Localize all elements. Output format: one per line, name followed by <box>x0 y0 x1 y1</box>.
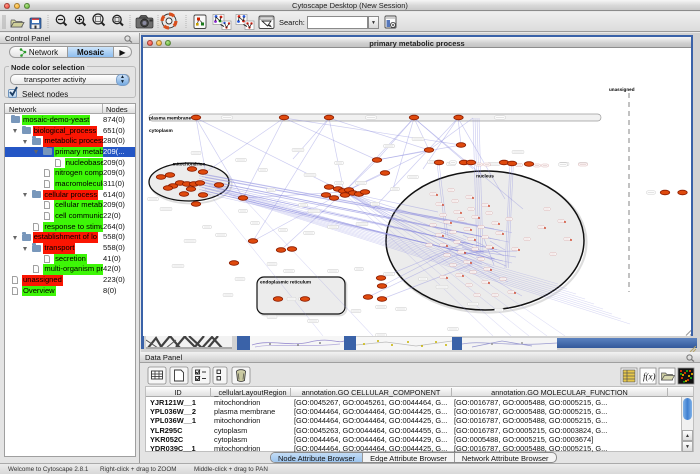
svg-text:nucleus: nucleus <box>476 174 494 179</box>
svg-text:endoplasmic reticulum: endoplasmic reticulum <box>260 280 311 285</box>
svg-text:unassigned: unassigned <box>609 87 635 92</box>
svg-text:cytoplasm: cytoplasm <box>149 128 173 134</box>
svg-text:plasma membrane: plasma membrane <box>149 116 191 122</box>
svg-text:mitochondrion: mitochondrion <box>173 162 206 167</box>
svg-text:f(x): f(x) <box>643 372 656 382</box>
